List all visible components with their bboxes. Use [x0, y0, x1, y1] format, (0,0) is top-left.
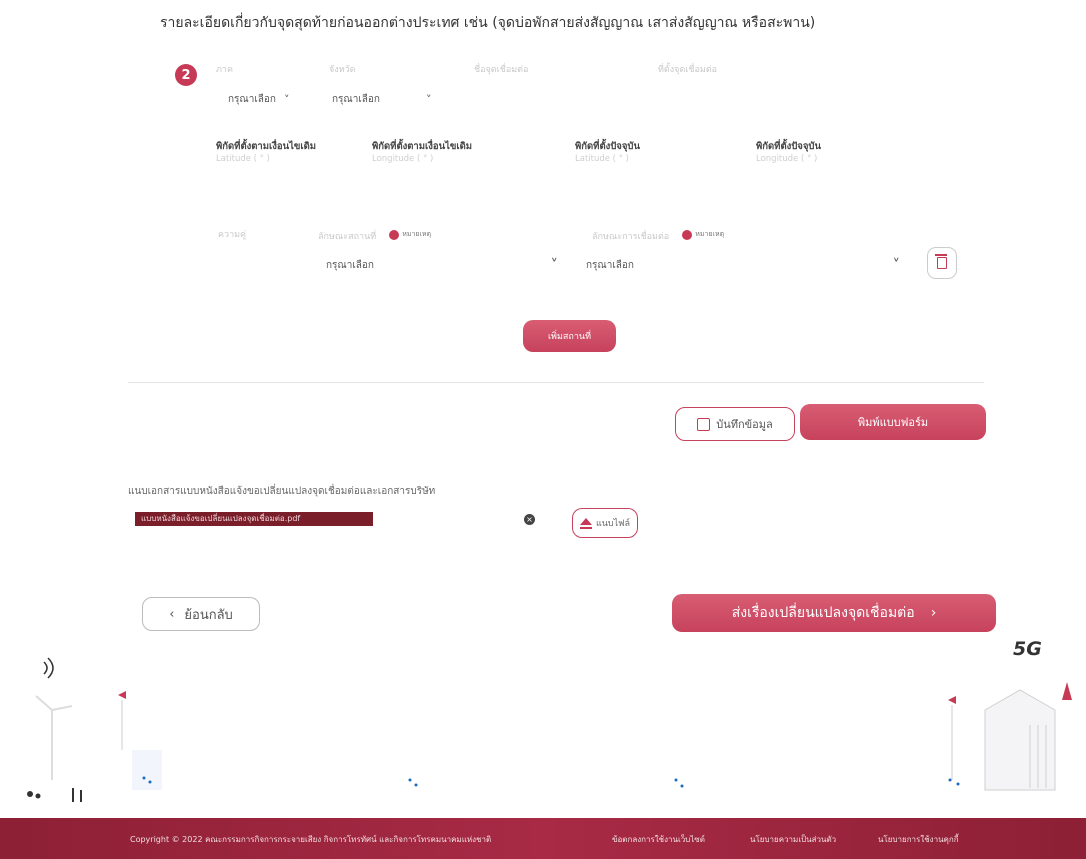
chevron-down-icon: ˅	[892, 256, 901, 274]
coord-sub: Longitude ( ° )	[756, 154, 818, 164]
wifi-icon	[43, 657, 54, 679]
print-form-button[interactable]: พิมพ์แบบฟอร์ม	[800, 404, 986, 440]
submit-change-button[interactable]: ส่งเรื่องเปลี่ยนแปลงจุดเชื่อมต่อ ›	[672, 594, 996, 632]
building-icon	[132, 750, 162, 790]
sparkle-icon	[142, 776, 960, 788]
place-type-select-value: กรุณาเลือก	[326, 259, 374, 271]
trash-icon	[935, 254, 947, 269]
coord-current-lng: พิกัดที่ตั้งปัจจุบัน Longitude ( ° )	[756, 139, 821, 164]
remove-file-icon[interactable]: ×	[524, 514, 535, 525]
section-divider	[128, 382, 984, 383]
place-type-label: ลักษณะสถานที่ หมายเหตุ	[318, 224, 431, 243]
page-title: รายละเอียดเกี่ยวกับจุดสุดท้ายก่อนออกต่าง…	[160, 15, 816, 31]
coord-sub: Longitude ( ° )	[372, 154, 434, 164]
submit-button-label: ส่งเรื่องเปลี่ยนแปลงจุดเชื่อมต่อ	[731, 605, 915, 621]
coord-current-lat: พิกัดที่ตั้งปัจจุบัน Latitude ( ° )	[575, 139, 640, 164]
flag-icon	[948, 696, 956, 780]
place-type-label-text: ลักษณะสถานที่	[318, 232, 377, 242]
change-first-label: ความคู่	[218, 230, 247, 240]
save-button[interactable]: บันทึกข้อมูล	[675, 407, 795, 441]
step-number-badge: 2	[175, 64, 197, 86]
chevron-down-icon: ˅	[425, 93, 432, 106]
upload-file-button[interactable]: แนบไฟล์	[572, 508, 638, 538]
chevron-right-icon: ›	[930, 605, 937, 621]
attached-file-chip: แบบหนังสือแจ้งขอเปลี่ยนแปลงจุดเชื่อมต่อ.…	[135, 512, 373, 526]
footer-link-cookies[interactable]: นโยบายการใช้งานคุกกี้	[878, 833, 959, 846]
flag-icon	[118, 691, 126, 750]
chevron-left-icon: ‹	[169, 606, 175, 622]
coord-sub: Latitude ( ° )	[216, 154, 270, 164]
back-button-label: ย้อนกลับ	[184, 607, 233, 623]
footer-copyright: Copyright © 2022 คณะกรรมการกิจการกระจายเ…	[130, 835, 492, 844]
required-marker: หมายเหตุ	[682, 224, 724, 243]
required-marker: หมายเหตุ	[389, 224, 431, 243]
delete-row-button[interactable]	[927, 247, 957, 279]
footer: Copyright © 2022 คณะกรรมการกิจการกระจายเ…	[0, 818, 1086, 859]
save-icon	[697, 417, 711, 431]
tree-icon	[1062, 682, 1072, 700]
add-place-button[interactable]: เพิ่มสถานที่	[523, 320, 616, 352]
required-note: หมายเหตุ	[402, 230, 432, 238]
province-select-value: กรุณาเลือก	[332, 94, 380, 105]
province-header: จังหวัด	[329, 65, 356, 75]
required-note: หมายเหตุ	[695, 230, 725, 238]
footer-link-privacy[interactable]: นโยบายความเป็นส่วนตัว	[750, 833, 836, 846]
upload-icon	[579, 517, 592, 529]
tower-building-icon	[984, 689, 1056, 791]
connection-type-label-text: ลักษณะการเชื่อมต่อ	[592, 232, 670, 242]
coord-label: พิกัดที่ตั้งปัจจุบัน	[575, 141, 640, 152]
people-icon	[27, 788, 82, 802]
connection-name-header: ชื่อจุดเชื่อมต่อ	[474, 65, 529, 75]
upload-button-label: แนบไฟล์	[595, 519, 631, 529]
footer-link-terms[interactable]: ข้อตกลงการใช้งานเว็บไซต์	[612, 833, 705, 846]
chevron-down-icon: ˅	[283, 93, 290, 106]
connection-location-header: ที่ตั้งจุดเชื่อมต่อ	[658, 65, 718, 75]
info-icon	[682, 229, 693, 240]
wind-turbine-icon	[35, 695, 73, 780]
chevron-down-icon: ˅	[550, 256, 559, 274]
region-select[interactable]: กรุณาเลือก ˅	[228, 92, 289, 107]
coord-label: พิกัดที่ตั้งตามเงื่อนไขเดิม	[372, 141, 473, 152]
connection-type-select[interactable]: กรุณาเลือก ˅	[586, 256, 900, 274]
connection-type-label: ลักษณะการเชื่อมต่อ หมายเหตุ	[592, 224, 724, 243]
coord-original-lng: พิกัดที่ตั้งตามเงื่อนไขเดิม Longitude ( …	[372, 139, 472, 164]
province-select[interactable]: กรุณาเลือก ˅	[332, 92, 431, 107]
coord-original-lat: พิกัดที่ตั้งตามเงื่อนไขเดิม Latitude ( °…	[216, 139, 316, 164]
coord-label: พิกัดที่ตั้งปัจจุบัน	[756, 141, 821, 152]
save-button-label: บันทึกข้อมูล	[716, 418, 773, 431]
coord-sub: Latitude ( ° )	[575, 154, 629, 164]
region-header: ภาค	[216, 65, 234, 75]
place-type-select[interactable]: กรุณาเลือก ˅	[326, 256, 558, 274]
attachment-label: แนบเอกสารแบบหนังสือแจ้งขอเปลี่ยนแปลงจุดเ…	[128, 486, 436, 497]
connection-type-select-value: กรุณาเลือก	[586, 259, 634, 271]
decorative-illustration	[27, 657, 1072, 802]
coord-label: พิกัดที่ตั้งตามเงื่อนไขเดิม	[216, 141, 317, 152]
back-button[interactable]: ‹ ย้อนกลับ	[142, 597, 260, 631]
5g-icon: 5G	[1013, 638, 1042, 660]
region-select-value: กรุณาเลือก	[228, 94, 276, 105]
info-icon	[389, 229, 400, 240]
